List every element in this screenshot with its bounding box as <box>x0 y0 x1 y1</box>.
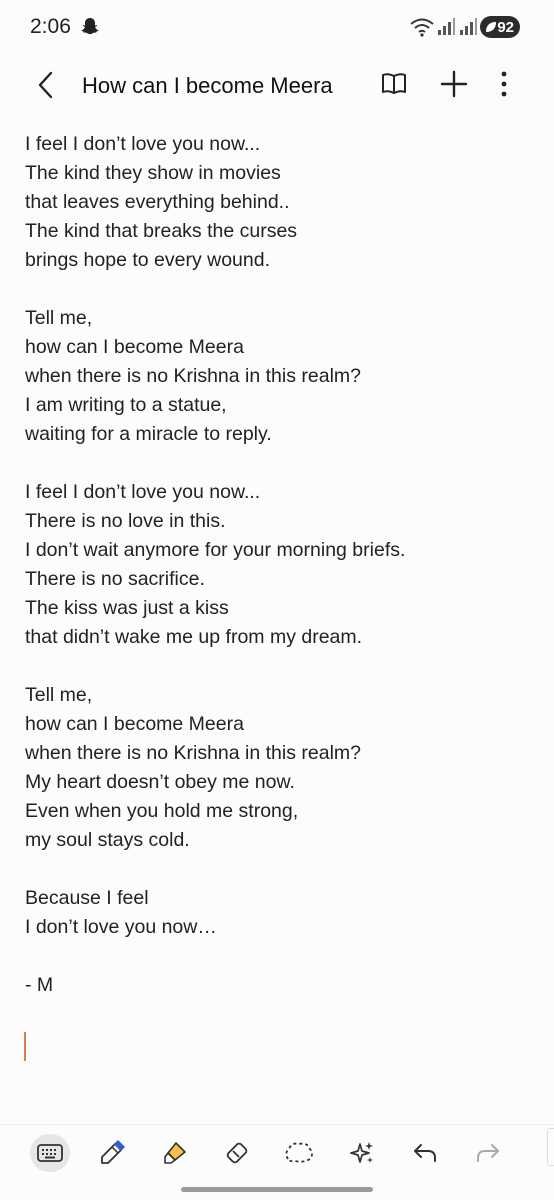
redo-icon[interactable] <box>469 1134 507 1172</box>
note-text-line: when there is no Krishna in this realm? <box>25 742 362 764</box>
battery-level: 92 <box>497 18 514 36</box>
note-body[interactable]: I feel I don’t love you now... The kind t… <box>25 130 525 1000</box>
note-text-line: - M <box>25 974 54 996</box>
note-text-line: Even when you hold me strong, <box>25 800 299 822</box>
note-text-line: my soul stays cold. <box>25 829 190 851</box>
text-cursor <box>24 1032 26 1061</box>
note-text-line: I don’t love you now… <box>25 916 217 938</box>
note-text-line: I am writing to a statue, <box>25 394 227 416</box>
note-text-line: There is no sacrifice. <box>25 568 205 590</box>
note-text-line: that didn’t wake me up from my dream. <box>25 626 363 648</box>
note-text-line: There is no love in this. <box>25 510 226 532</box>
lasso-select-icon[interactable] <box>280 1134 318 1172</box>
note-text-line: I feel I don’t love you now... <box>25 133 261 155</box>
note-text-line: Because I feel <box>25 887 149 909</box>
leaf-icon <box>486 22 496 32</box>
add-icon[interactable] <box>440 69 468 99</box>
highlighter-icon[interactable] <box>156 1134 194 1172</box>
back-arrow-icon[interactable] <box>30 68 64 102</box>
note-text-line: The kind that breaks the curses <box>25 220 298 242</box>
note-text-line: Tell me, <box>25 684 93 706</box>
eraser-icon[interactable] <box>218 1134 256 1172</box>
note-text-line: when there is no Krishna in this realm? <box>25 365 362 387</box>
signal-strength-icon <box>438 18 455 35</box>
drawing-toolbar <box>0 1124 554 1181</box>
app-bar: How can I become Meera <box>0 56 554 122</box>
undo-icon[interactable] <box>406 1134 444 1172</box>
note-text-line: My heart doesn’t obey me now. <box>25 771 295 793</box>
note-text-line: that leaves everything behind.. <box>25 191 290 213</box>
note-text-line: The kiss was just a kiss <box>25 597 229 619</box>
note-text-line: how can I become Meera <box>25 336 244 358</box>
signal-strength-icon <box>460 18 477 35</box>
ai-sparkle-icon[interactable] <box>343 1134 381 1172</box>
status-time: 2:06 <box>30 15 71 38</box>
keyboard-icon[interactable] <box>30 1134 70 1172</box>
note-text-line: I feel I don’t love you now... <box>25 481 261 503</box>
snapchat-icon <box>81 18 99 35</box>
pen-icon[interactable] <box>93 1134 131 1172</box>
status-bar: 2:06 92 <box>0 0 554 56</box>
note-text-line: waiting for a miracle to reply. <box>25 423 272 445</box>
note-text-line: brings hope to every wound. <box>25 249 270 271</box>
more-options-icon[interactable] <box>494 69 514 99</box>
home-indicator[interactable] <box>181 1187 373 1192</box>
note-text-line: I don’t wait anymore for your morning br… <box>25 539 406 561</box>
note-text-line: Tell me, <box>25 307 93 329</box>
note-text-line: The kind they show in movies <box>25 162 281 184</box>
wifi-icon <box>410 18 434 37</box>
note-title[interactable]: How can I become Meera <box>82 73 333 99</box>
note-text-line: how can I become Meera <box>25 713 244 735</box>
book-view-icon[interactable] <box>380 70 408 98</box>
toolbar-scroll-handle[interactable] <box>547 1128 554 1166</box>
battery-indicator: 92 <box>480 16 520 38</box>
